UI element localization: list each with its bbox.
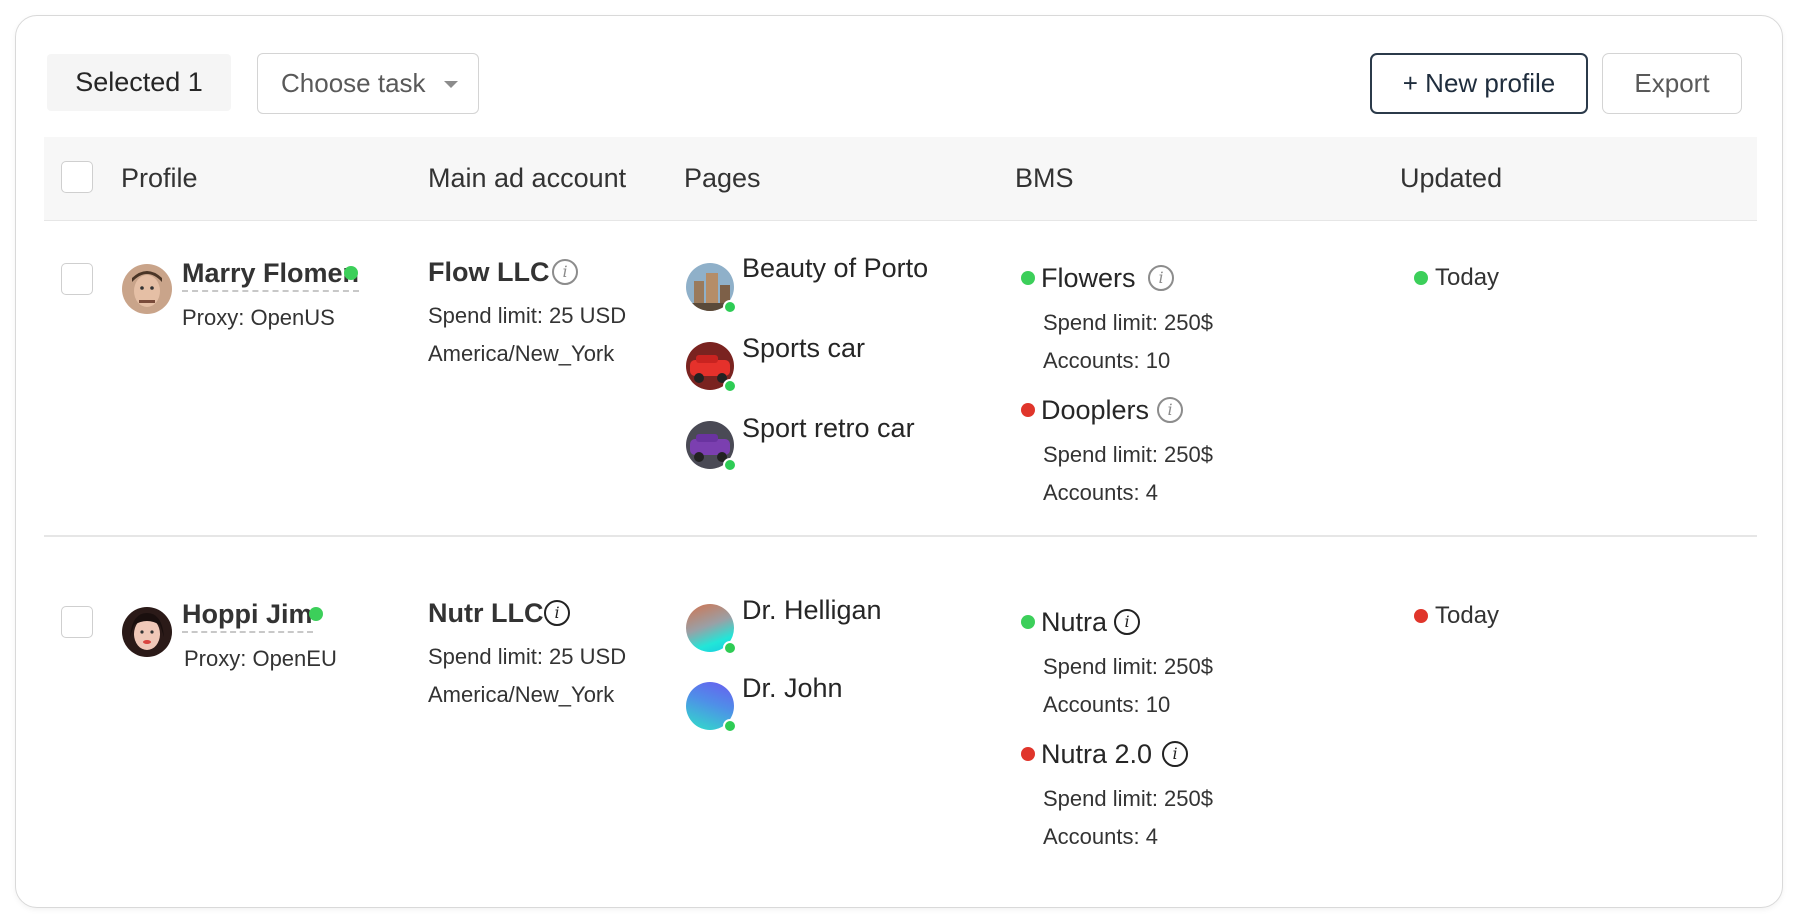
selected-count-chip: Selected 1 — [47, 54, 231, 111]
bm-accounts: Accounts: 4 — [1043, 824, 1158, 849]
page-name[interactable]: Sport retro car — [742, 411, 915, 445]
bm-spend-limit: Spend limit: 250$ — [1043, 310, 1213, 335]
ad-account-name: Nutr LLC — [428, 598, 544, 628]
avatar — [122, 264, 172, 314]
column-header-bms[interactable]: BMS — [1015, 137, 1074, 219]
column-header-pages[interactable]: Pages — [684, 137, 761, 219]
proxy-label: Proxy: OpenEU — [184, 646, 337, 671]
online-status-dot — [309, 607, 323, 621]
column-header-profile[interactable]: Profile — [121, 137, 198, 219]
page-name[interactable]: Dr. John — [742, 671, 843, 705]
info-icon[interactable]: i — [1162, 741, 1188, 767]
row-checkbox[interactable] — [61, 606, 93, 638]
bm-spend-limit: Spend limit: 250$ — [1043, 654, 1213, 679]
page-avatar — [686, 342, 737, 393]
bm-accounts: Accounts: 10 — [1043, 692, 1171, 717]
page-name[interactable]: Beauty of Porto — [742, 251, 928, 285]
page-online-badge — [723, 641, 737, 655]
export-button[interactable]: Export — [1602, 53, 1742, 114]
choose-task-select[interactable]: Choose task — [257, 53, 479, 114]
row-checkbox[interactable] — [61, 263, 93, 295]
new-profile-button[interactable]: + New profile — [1370, 53, 1588, 114]
ad-account-timezone: America/New_York — [428, 341, 615, 366]
profile-name-link[interactable]: Marry Flomen — [182, 256, 360, 292]
bm-name[interactable]: Dooplers — [1041, 393, 1149, 427]
updated-label: Today — [1435, 602, 1500, 629]
page-online-badge — [723, 379, 737, 393]
page-online-badge — [723, 458, 737, 472]
column-header-main-ad-account[interactable]: Main ad account — [428, 137, 626, 219]
bm-name[interactable]: Flowers — [1041, 261, 1136, 295]
bm-accounts: Accounts: 4 — [1043, 480, 1158, 505]
proxy-label: Proxy: OpenUS — [182, 305, 335, 330]
ad-account-spend-limit: Spend limit: 25 USD — [428, 644, 627, 669]
info-icon[interactable]: i — [552, 259, 578, 285]
column-header-updated[interactable]: Updated — [1400, 137, 1502, 219]
bm-spend-limit: Spend limit: 250$ — [1043, 442, 1213, 467]
ad-account-spend-limit: Spend limit: 25 USD — [428, 303, 627, 328]
caret-down-icon — [444, 81, 458, 88]
page-online-badge — [723, 719, 737, 733]
bm-status-dot — [1021, 615, 1035, 629]
info-icon[interactable]: i — [1148, 265, 1174, 291]
page-online-badge — [723, 300, 737, 314]
online-status-dot — [344, 266, 358, 280]
table-row: Hoppi Jim Proxy: OpenEU Nutr LLC i Spend… — [44, 564, 1757, 884]
choose-task-placeholder: Choose task — [281, 68, 426, 98]
bm-accounts: Accounts: 10 — [1043, 348, 1171, 373]
bm-status-dot — [1021, 747, 1035, 761]
updated-status-dot — [1414, 271, 1428, 285]
page-name[interactable]: Sports car — [742, 331, 865, 365]
info-icon[interactable]: i — [1157, 397, 1183, 423]
bm-status-dot — [1021, 403, 1035, 417]
table-header: Profile Main ad account Pages BMS Update… — [44, 137, 1757, 221]
page-name[interactable]: Dr. Helligan — [742, 593, 882, 627]
bm-name[interactable]: Nutra — [1041, 605, 1107, 639]
updated-label: Today — [1435, 264, 1500, 291]
page-avatar — [686, 604, 737, 655]
profile-name-link[interactable]: Hoppi Jim — [182, 597, 313, 633]
ad-account-name: Flow LLC — [428, 257, 550, 287]
page-avatar — [686, 421, 737, 472]
toolbar: Selected 1 Choose task + New profile Exp… — [16, 16, 1782, 136]
bm-name[interactable]: Nutra 2.0 — [1041, 737, 1152, 771]
table-row: Marry Flomen Proxy: OpenUS Flow LLC i Sp… — [44, 221, 1757, 521]
page-avatar — [686, 263, 737, 314]
bm-spend-limit: Spend limit: 250$ — [1043, 786, 1213, 811]
bm-status-dot — [1021, 271, 1035, 285]
profiles-card: Selected 1 Choose task + New profile Exp… — [15, 15, 1783, 908]
info-icon[interactable]: i — [544, 600, 570, 626]
updated-status-dot — [1414, 609, 1428, 623]
avatar — [122, 607, 172, 657]
select-all-checkbox[interactable] — [61, 161, 93, 193]
row-divider — [44, 535, 1757, 537]
page-avatar — [686, 682, 737, 733]
info-icon[interactable]: i — [1114, 609, 1140, 635]
ad-account-timezone: America/New_York — [428, 682, 615, 707]
